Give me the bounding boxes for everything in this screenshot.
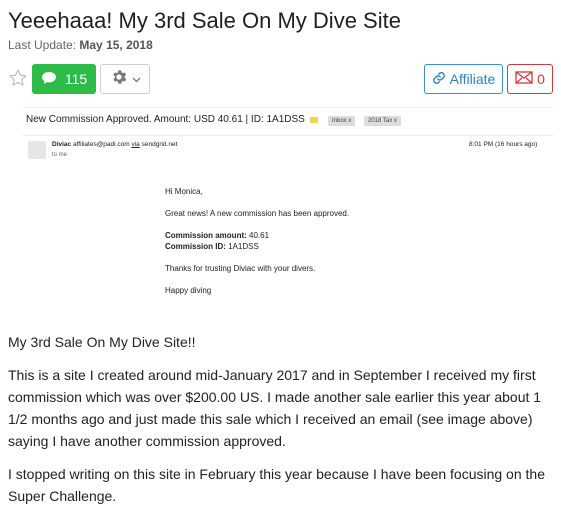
commission-id-label: Commission ID: xyxy=(165,242,226,251)
commission-amount-value: 40.61 xyxy=(249,231,270,240)
commission-amount-line: Commission amount: 40.61 xyxy=(165,230,349,241)
comments-button[interactable]: 115 xyxy=(32,64,96,94)
article-paragraph: My 3rd Sale On My Dive Site!! xyxy=(8,334,196,350)
email-subject: New Commission Approved. Amount: USD 40.… xyxy=(26,114,305,125)
link-icon xyxy=(432,71,446,88)
settings-dropdown-button[interactable] xyxy=(100,64,150,94)
email-sender: Diviac affiliates@padi.com via sendgrid.… xyxy=(52,141,177,148)
inbox-tag-label: Inbox xyxy=(332,118,347,124)
tax-tag: 2018 Tax x xyxy=(364,116,401,126)
gear-icon xyxy=(110,68,128,91)
sender-avatar xyxy=(28,141,46,159)
email-recipient: to me xyxy=(52,152,68,158)
commission-id-line: Commission ID: 1A1DSS xyxy=(165,241,349,252)
via-domain: sendgrid.net xyxy=(141,141,178,148)
image-fade xyxy=(22,296,554,310)
chevron-down-icon xyxy=(132,70,141,88)
inbox-tag: Inbox x xyxy=(328,116,356,126)
article-body: My 3rd Sale On My Dive Site!! This is a … xyxy=(8,331,553,518)
sender-email: affiliates@padi.com xyxy=(72,141,130,148)
email-screenshot-image: New Commission Approved. Amount: USD 40.… xyxy=(22,107,554,310)
sender-name: Diviac xyxy=(52,141,72,148)
email-line: Great news! A new commission has been ap… xyxy=(165,209,350,218)
email-body: Hi Monica, Great news! A new commission … xyxy=(165,186,349,296)
last-update-date: May 15, 2018 xyxy=(79,38,153,52)
commission-id-value: 1A1DSS xyxy=(228,242,259,251)
last-update: Last Update: May 15, 2018 xyxy=(8,38,153,52)
messages-button[interactable]: 0 xyxy=(507,64,553,94)
affiliate-label: Affiliate xyxy=(449,71,496,87)
message-count: 0 xyxy=(537,71,545,87)
post-toolbar: 115 Affiliate 0 xyxy=(0,63,561,97)
email-signoff: Happy diving xyxy=(165,286,212,295)
email-thanks: Thanks for trusting Diviac with your div… xyxy=(165,264,316,273)
article-paragraph: I stopped writing on this site in Februa… xyxy=(8,466,545,504)
last-update-label: Last Update: xyxy=(8,38,77,52)
email-divider xyxy=(22,135,554,136)
affiliate-button[interactable]: Affiliate xyxy=(424,64,503,94)
via-text: via xyxy=(131,141,140,148)
commission-amount-label: Commission amount: xyxy=(165,231,247,240)
label-icon xyxy=(310,117,318,123)
comment-bubble-icon xyxy=(41,71,57,88)
envelope-icon xyxy=(515,71,533,87)
inbox-tag-remove: x xyxy=(348,118,352,124)
star-icon[interactable] xyxy=(8,68,28,88)
email-time: 8:01 PM (16 hours ago) xyxy=(469,141,538,148)
comment-count: 115 xyxy=(64,71,88,87)
tax-tag-label: 2018 Tax xyxy=(368,118,393,124)
email-greeting: Hi Monica, xyxy=(165,187,203,196)
article-paragraph: This is a site I created around mid-Janu… xyxy=(8,367,542,449)
post-title: Yeeehaaa! My 3rd Sale On My Dive Site xyxy=(8,8,401,33)
tax-tag-remove: x xyxy=(393,118,397,124)
